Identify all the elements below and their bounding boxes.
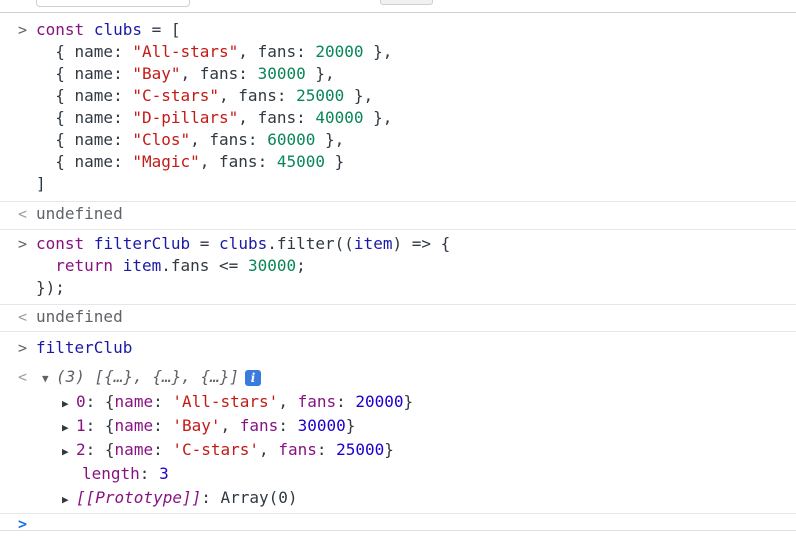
array-item[interactable]: ▶ 0: {name: 'All-stars', fans: 20000} [62,391,413,413]
triangle-down-icon[interactable]: ▼ [42,368,56,390]
console-entry-clubs: > const clubs = [ { name: "All-stars", f… [0,13,796,201]
console-entry-filter: > const filterClub = clubs.filter((item)… [0,229,796,304]
chevron-right-icon: > [18,21,28,39]
console-result-3: < ▼ (3) [{…}, {…}, {…}] i ▶ 0: {name: 'All-… [0,363,796,513]
info-icon[interactable]: i [245,369,262,386]
array-item[interactable]: ▶ 2: {name: 'C-stars', fans: 25000} [62,439,394,461]
code-line: const clubs = [ [36,20,181,39]
chevron-left-icon: < [18,368,28,386]
triangle-right-icon[interactable]: ▶ [62,441,76,463]
console-result-2: < undefined [0,304,796,331]
chevron-right-icon: > [18,235,28,253]
code-line: ] [36,174,46,193]
filter-input[interactable] [36,0,190,7]
array-prototype[interactable]: ▶ [[Prototype]]: Array(0) [62,487,298,509]
code-line: return item.fans <= 30000; [55,256,306,275]
code-line: { name: "D-pillars", fans: 40000 }, [36,108,393,127]
console-result-1: < undefined [0,201,796,229]
code-line: { name: "Bay", fans: 30000 }, [36,64,335,83]
toolbar-button[interactable] [380,0,433,5]
code-line: filterClub [36,338,133,357]
code-line: const filterClub = clubs.filter((item) =… [36,234,451,253]
console-input-line[interactable]: > [0,513,796,533]
triangle-right-icon[interactable]: ▶ [62,393,76,415]
result-value: undefined [36,307,123,326]
console-entry-filterclub: > filterClub [0,331,796,361]
array-length: length: 3 [82,464,169,483]
chevron-right-icon: > [18,339,28,357]
code-line: { name: "Clos", fans: 60000 }, [36,130,345,149]
triangle-right-icon[interactable]: ▶ [62,417,76,439]
result-value: undefined [36,204,123,223]
console-toolbar [0,0,796,13]
array-item[interactable]: ▶ 1: {name: 'Bay', fans: 30000} [62,415,355,437]
chevron-left-icon: < [18,308,28,326]
array-summary[interactable]: ▼ (3) [{…}, {…}, {…}] i [42,366,262,390]
code-line: }); [36,278,65,297]
chevron-left-icon: < [18,205,28,223]
console-bottom-border [0,530,796,537]
triangle-right-icon[interactable]: ▶ [62,489,76,511]
code-line: { name: "All-stars", fans: 20000 }, [36,42,393,61]
code-line: { name: "Magic", fans: 45000 } [36,152,345,171]
code-line: { name: "C-stars", fans: 25000 }, [36,86,374,105]
